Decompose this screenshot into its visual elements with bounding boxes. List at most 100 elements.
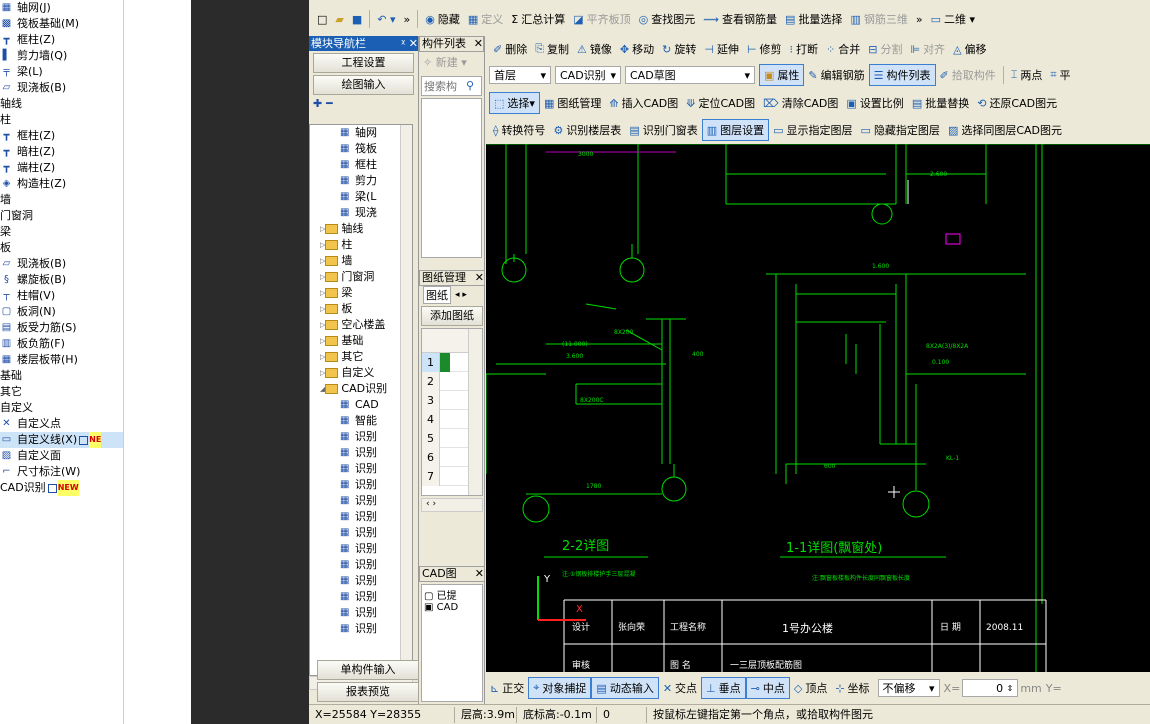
tree-folder[interactable]: ▷ 自定义 [310, 365, 412, 381]
convert-symbol-button[interactable]: ⟠ 转换符号 [489, 119, 549, 141]
left-list-item[interactable]: ✕ 自定义点 [0, 416, 123, 432]
new-file-icon[interactable]: □ [313, 8, 331, 30]
view-rebar-button[interactable]: ⟿ 查看钢筋量 [699, 8, 781, 30]
left-list-item[interactable]: § 螺旋板(B) [0, 272, 123, 288]
tree-vertical-scrollbar[interactable] [400, 125, 412, 675]
left-list-item[interactable]: ▥ 板负筋(F) [0, 336, 123, 352]
locate-cad-button[interactable]: ⟱ 定位CAD图 [682, 92, 759, 114]
layer-settings-button[interactable]: ▥ 图层设置 [701, 119, 770, 141]
tree-item[interactable]: ▦ 识别 [310, 541, 412, 557]
restore-cad-button[interactable]: ⟲ 还原CAD图元 [973, 92, 1061, 114]
tree-folder[interactable]: ▷ 板 [310, 301, 412, 317]
cad-layer-item[interactable]: ▣ CAD [424, 602, 480, 613]
tree-item[interactable]: ▦ 剪力 [310, 173, 412, 189]
tree-folder[interactable]: ◢ CAD识别 [310, 381, 412, 397]
left-list-item[interactable]: ╤ 梁(L) [0, 64, 123, 80]
left-list-item[interactable]: 柱 [0, 112, 123, 128]
single-component-input-button[interactable]: 单构件输入 [317, 660, 419, 680]
left-list-item[interactable]: ┳ 暗柱(Z) [0, 144, 123, 160]
vertex-toggle[interactable]: ◇ 顶点 [790, 677, 831, 699]
hide-layer-button[interactable]: ▭ 隐藏指定图层 [857, 119, 944, 141]
report-preview-button[interactable]: 报表预览 [317, 682, 419, 702]
left-list-item[interactable]: ┬ 柱帽(V) [0, 288, 123, 304]
batch-select-button[interactable]: ▤ 批量选择 [781, 8, 846, 30]
tree-folder[interactable]: ▷ 空心楼盖 [310, 317, 412, 333]
left-list-item[interactable]: ▱ 现浇板(B) [0, 256, 123, 272]
add-drawing-button[interactable]: 添加图纸 [421, 306, 483, 326]
select-button[interactable]: ⬚ 选择 ▾ [489, 92, 540, 114]
cad-drawing-canvas[interactable]: Y X 3000 1780 600 400 1.600 0.100 (11.00… [486, 144, 1150, 672]
tree-item[interactable]: ▦ 识别 [310, 573, 412, 589]
component-type-select[interactable]: CAD识别 ▾ [555, 66, 621, 84]
left-list-item[interactable]: CAD识别 NEW [0, 480, 123, 496]
left-list-item[interactable]: 墙 [0, 192, 123, 208]
component-search-input[interactable] [422, 77, 464, 95]
left-list-item[interactable]: ▢ 板洞(N) [0, 304, 123, 320]
align-button[interactable]: ⊫ 对齐 [906, 38, 949, 60]
object-snap-toggle[interactable]: ⌖ 对象捕捉 [528, 677, 592, 699]
tree-item[interactable]: ▦ 框柱 [310, 157, 412, 173]
pin-close-icon[interactable]: ᵡ ✕ [401, 36, 418, 51]
properties-button[interactable]: ▣ 属性 [759, 64, 805, 86]
tree-folder[interactable]: ▷ 梁 [310, 285, 412, 301]
left-list-item[interactable]: 门窗洞 [0, 208, 123, 224]
show-layer-button[interactable]: ▭ 显示指定图层 [769, 119, 856, 141]
left-list-item[interactable]: 基础 [0, 368, 123, 384]
clear-cad-button[interactable]: ⌦ 清除CAD图 [759, 92, 842, 114]
intersection-toggle[interactable]: ✕ 交点 [659, 677, 701, 699]
tree-item[interactable]: ▦ 识别 [310, 605, 412, 621]
two-points-button[interactable]: ⌶ 两点 [1007, 64, 1047, 86]
overflow-chevron-icon[interactable]: » [912, 8, 927, 30]
tree-item[interactable]: ▦ 识别 [310, 509, 412, 525]
overflow-chevron-icon[interactable]: » [400, 8, 415, 30]
dynamic-input-toggle[interactable]: ▤ 动态输入 [591, 677, 659, 699]
pick-component-button[interactable]: ✐ 拾取构件 [936, 64, 1000, 86]
align-slab-top-button[interactable]: ◪ 平齐板顶 [569, 8, 634, 30]
left-list-item[interactable]: ▌ 剪力墙(Q) [0, 48, 123, 64]
split-button[interactable]: ⊟ 分割 [864, 38, 906, 60]
coordinate-toggle[interactable]: ⊹ 坐标 [831, 677, 873, 699]
left-list-item[interactable]: 板 [0, 240, 123, 256]
save-icon[interactable]: ■ [348, 8, 366, 30]
undo-icon[interactable]: ↶ ▾ [373, 8, 399, 30]
left-list-item[interactable]: ▩ 筏板基础(M) [0, 16, 123, 32]
component-select[interactable]: CAD草图 ▾ [625, 66, 755, 84]
tree-item[interactable]: ▦ 筏板 [310, 141, 412, 157]
delete-button[interactable]: ✐ 删除 [489, 38, 531, 60]
tab-scroll-icon[interactable]: ◂ ▸ [455, 290, 467, 300]
component-list-button[interactable]: ☰ 构件列表 [868, 64, 936, 86]
tree-item[interactable]: ▦ 识别 [310, 525, 412, 541]
tree-item[interactable]: ▦ 识别 [310, 445, 412, 461]
tree-item[interactable]: ▦ 识别 [310, 477, 412, 493]
offset-button[interactable]: ◬ 偏移 [949, 38, 990, 60]
open-folder-icon[interactable]: ▰ [331, 8, 347, 30]
left-list-item[interactable]: ▤ 板受力筋(S) [0, 320, 123, 336]
perpendicular-toggle[interactable]: ⊥ 垂点 [701, 677, 746, 699]
view-2d-dropdown[interactable]: ▭ 二维 ▾ [927, 8, 979, 30]
define-button[interactable]: ▦ 定义 [464, 8, 507, 30]
mirror-button[interactable]: ⚠ 镜像 [573, 38, 616, 60]
midpoint-toggle[interactable]: ⊸ 中点 [745, 677, 790, 699]
tree-item[interactable]: ▦ 识别 [310, 589, 412, 605]
trim-button[interactable]: ⊢ 修剪 [743, 38, 786, 60]
offset-select[interactable]: 不偏移 ▾ [877, 679, 940, 697]
tree-folder[interactable]: ▷ 门窗洞 [310, 269, 412, 285]
identify-door-window-table-button[interactable]: ▤ 识别门窗表 [625, 119, 701, 141]
rotate-button[interactable]: ↻ 旋转 [658, 38, 700, 60]
hide-button[interactable]: ◉ 隐藏 [421, 8, 464, 30]
summary-calc-button[interactable]: Σ 汇总计算 [507, 8, 569, 30]
break-button[interactable]: ⁝ 打断 [786, 38, 823, 60]
left-list-item[interactable]: ┳ 端柱(Z) [0, 160, 123, 176]
left-list-item[interactable]: ┳ 框柱(Z) [0, 128, 123, 144]
left-list-item[interactable]: 自定义 [0, 400, 123, 416]
rebar-3d-button[interactable]: ▥ 钢筋三维 [846, 8, 911, 30]
drawing-table-scrollbar[interactable] [468, 329, 482, 495]
parallel-button[interactable]: ⌗ 平 [1046, 64, 1074, 86]
edit-rebar-button[interactable]: ✎ 编辑钢筋 [804, 64, 868, 86]
tree-folder[interactable]: ▷ 柱 [310, 237, 412, 253]
left-list-item[interactable]: ▭ 自定义线(X) NE [0, 432, 123, 448]
left-list-item[interactable]: 梁 [0, 224, 123, 240]
close-icon[interactable]: ✕ [475, 271, 484, 285]
new-component-button[interactable]: ✧ 新建 ▾ [419, 52, 484, 74]
tree-item[interactable]: ▦ 识别 [310, 621, 412, 637]
